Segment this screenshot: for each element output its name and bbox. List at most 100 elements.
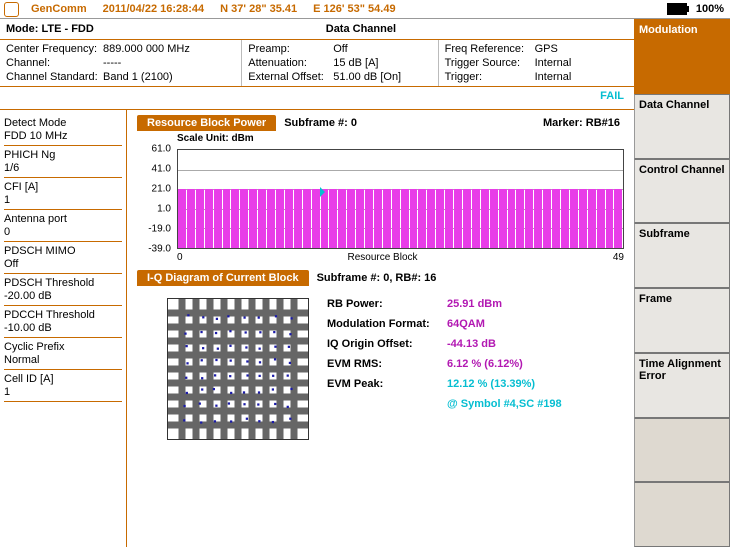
rb-bar [614,189,622,248]
rb-bar [401,189,409,248]
evmr-k: EVM RMS: [327,358,447,370]
rb-bar [588,189,596,248]
datetime: 2011/04/22 16:28:44 [95,3,213,15]
sidebar-item[interactable]: PDCCH Threshold-10.00 dB [4,306,122,338]
rb-bar [427,189,435,248]
rb-bar [312,189,320,248]
sidebar-item[interactable]: PHICH Ng1/6 [4,146,122,178]
rb-bar [392,189,400,248]
rb-bar [534,189,542,248]
menu-data-channel[interactable]: Data Channel [634,94,730,159]
gps-lat: N 37' 28" 35.41 [212,3,305,15]
iq-tab[interactable]: I-Q Diagram of Current Block [137,270,309,286]
right-menu: Modulation Data ChannelControl ChannelSu… [634,19,730,547]
rb-bar [525,189,533,248]
rb-bar [303,189,311,248]
rb-bar [231,189,239,248]
rbpower-v: 25.91 dBm [447,298,502,310]
y-tick: 1.0 [157,204,171,215]
chart-marker-icon [320,187,325,197]
mod-v: 64QAM [447,318,485,330]
rb-bar [436,189,444,248]
menu-control-channel[interactable]: Control Channel [634,159,730,224]
rb-bar [321,189,329,248]
rb-bar [249,189,257,248]
iq-info: RB Power:25.91 dBm Modulation Format:64Q… [309,290,628,543]
y-tick: -19.0 [148,224,171,235]
rb-bar [463,189,471,248]
rb-bar [597,189,605,248]
sidebar-item[interactable]: Cell ID [A]1 [4,370,122,402]
extoff-k: External Offset: [248,70,333,84]
trigsrc-v: Internal [535,56,572,70]
rbpower-k: RB Power: [327,298,447,310]
std-v: Band 1 (2100) [103,70,173,84]
iq-diagram[interactable] [167,298,309,440]
rb-bar [481,189,489,248]
rb-bar [347,189,355,248]
menu-subframe[interactable]: Subframe [634,223,730,288]
menu-empty [634,418,730,483]
sidebar-item[interactable]: Detect ModeFDD 10 MHz [4,114,122,146]
rb-bar [410,189,418,248]
sidebar-item[interactable]: CFI [A]1 [4,178,122,210]
sidebar-item[interactable]: Antenna port0 [4,210,122,242]
atten-k: Attenuation: [248,56,333,70]
rb-bar [338,189,346,248]
trigsrc-k: Trigger Source: [445,56,535,70]
channel-v: ----- [103,56,121,70]
rb-bar [606,189,614,248]
rb-bar [365,189,373,248]
rb-bar [187,189,195,248]
mode-row: Mode: LTE - FDD Data Channel [0,19,634,40]
center-freq-v: 889.000 000 MHz [103,42,190,56]
sidebar-item[interactable]: PDSCH Threshold-20.00 dB [4,274,122,306]
rb-power-chart[interactable]: Scale Unit: dBm 61.041.021.01.0-19.0-39.… [137,133,628,263]
rb-power-tab[interactable]: Resource Block Power [137,115,276,131]
main-area: Mode: LTE - FDD Data Channel Center Freq… [0,19,634,547]
rb-bar [258,189,266,248]
menu-frame[interactable]: Frame [634,288,730,353]
rb-bar [267,189,275,248]
std-k: Channel Standard: [6,70,103,84]
rb-bar [445,189,453,248]
y-tick: 41.0 [152,164,171,175]
rb-bar [543,189,551,248]
channel-k: Channel: [6,56,103,70]
param-row: Center Frequency:889.000 000 MHz Channel… [0,40,634,87]
evmp-v: 12.12 % (13.39%) [447,378,535,390]
rb-bar [178,189,186,248]
y-tick: 61.0 [152,144,171,155]
rb-bar [285,189,293,248]
rb-bar [214,189,222,248]
gps-lon: E 126' 53" 54.49 [305,3,403,15]
rb-bar [294,189,302,248]
iqo-k: IQ Origin Offset: [327,338,447,350]
evmp-k: EVM Peak: [327,378,447,390]
mod-k: Modulation Format: [327,318,447,330]
menu-time-alignment-error[interactable]: Time Alignment Error [634,353,730,418]
rb-bar [490,189,498,248]
iqo-v: -44.13 dB [447,338,496,350]
mode-value: LTE - FDD [41,23,93,35]
atten-v: 15 dB [A] [333,56,378,70]
x-title: Resource Block [137,252,628,263]
menu-current[interactable]: Modulation [634,19,730,94]
status-badge: FAIL [600,90,624,102]
rb-bar [418,189,426,248]
rb-bar [356,189,364,248]
battery-icon [667,3,687,15]
extoff-v: 51.00 dB [On] [333,70,401,84]
sidebar-item[interactable]: Cyclic PrefixNormal [4,338,122,370]
mode-center-title: Data Channel [326,23,396,35]
sidebar-item[interactable]: PDSCH MIMOOff [4,242,122,274]
freqref-v: GPS [535,42,558,56]
center-freq-k: Center Frequency: [6,42,103,56]
app-name: GenComm [23,3,95,15]
rb-bar [240,189,248,248]
rb-bar [579,189,587,248]
rb-bar [454,189,462,248]
marker-label: Marker: RB#16 [543,117,620,129]
rb-bar [223,189,231,248]
menu-empty [634,482,730,547]
